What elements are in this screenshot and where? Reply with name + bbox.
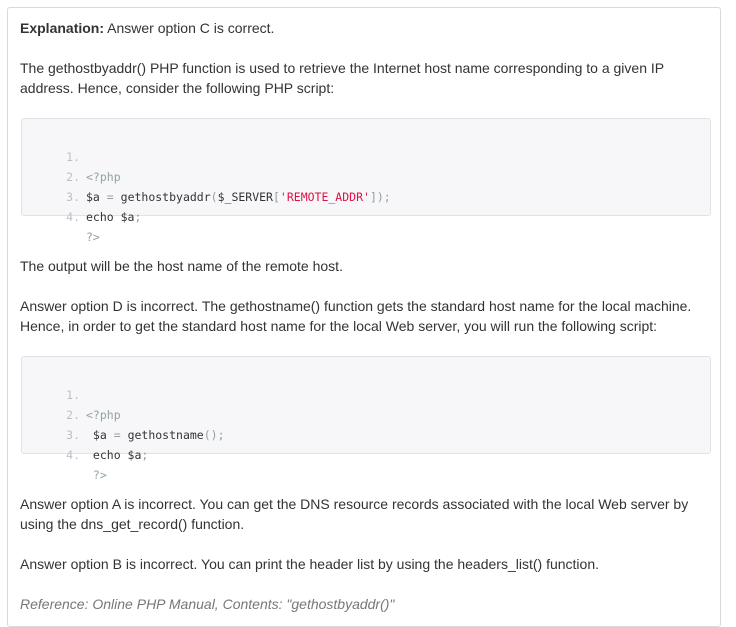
reference-text: Reference: Online PHP Manual, Contents: …	[20, 596, 395, 612]
code-block-gethostbyaddr: 1. <?php 2. $a = gethostbyaddr($_SERVER[…	[21, 118, 711, 244]
option-d-paragraph: Answer option D is incorrect. The gethos…	[20, 298, 692, 334]
option-a-paragraph: Answer option A is incorrect. You can ge…	[20, 496, 689, 532]
code-line: 2. $a = gethostbyaddr($_SERVER['REMOTE_A…	[22, 147, 710, 204]
code-token: echo $a	[86, 210, 135, 224]
code-token: echo $a	[86, 448, 142, 462]
code-token: ?>	[86, 230, 100, 244]
code-line: 4. ?>	[22, 425, 710, 482]
explanation-text: Answer option C is correct.	[104, 20, 275, 36]
code-line: 3. echo $a;	[22, 167, 710, 224]
intro-paragraph: The gethostbyaddr() PHP function is used…	[20, 60, 664, 96]
option-b-paragraph: Answer option B is incorrect. You can pr…	[20, 556, 599, 572]
code-line: 1. <?php	[22, 365, 710, 422]
code-line: 3. echo $a;	[22, 405, 710, 462]
code-line: 2. $a = gethostname();	[22, 385, 710, 442]
explanation-heading: Explanation: Answer option C is correct.	[20, 18, 710, 38]
code-line: 1. <?php	[22, 127, 710, 184]
code-line: 4. ?>	[22, 187, 710, 244]
code-block-gethostname: 1. <?php 2. $a = gethostname(); 3. echo …	[21, 356, 711, 482]
explanation-label: Explanation:	[20, 20, 105, 36]
code-token: ?>	[86, 468, 107, 482]
code-token: ;	[134, 210, 142, 224]
output-paragraph: The output will be the host name of the …	[20, 258, 343, 274]
line-number: 4.	[66, 210, 80, 224]
explanation-panel: Explanation: Answer option C is correct.…	[7, 7, 721, 627]
code-token: ;	[141, 448, 149, 462]
line-number: 4.	[66, 448, 80, 462]
